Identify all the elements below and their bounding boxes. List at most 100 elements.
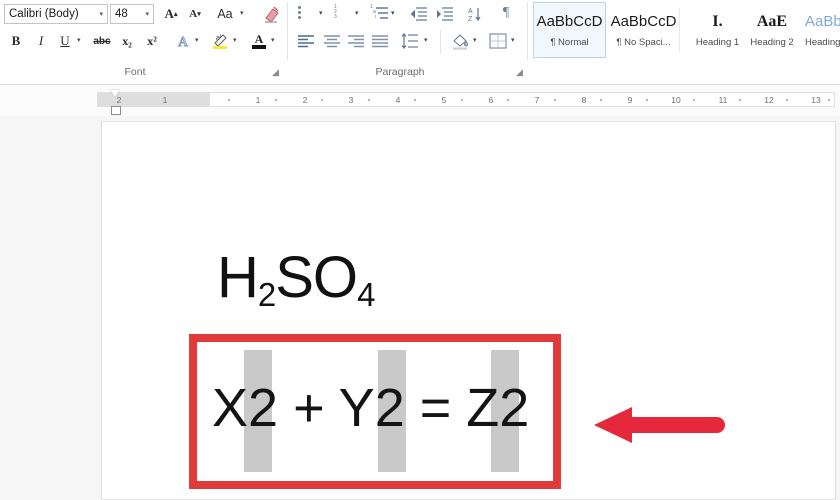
left-arrow-icon bbox=[594, 407, 725, 443]
show-formatting-marks-button[interactable]: ¶ bbox=[496, 3, 516, 23]
change-case-button[interactable]: Aa bbox=[212, 4, 238, 24]
ruler-bar: 2 1 1 2 3 4 5 6 7 8 9 10 11 12 13 bbox=[0, 86, 840, 117]
ruler-tick: 11 bbox=[718, 95, 728, 105]
clear-formatting-button[interactable] bbox=[260, 3, 282, 25]
multilevel-list-button[interactable]: 1ai bbox=[370, 5, 388, 20]
document-canvas: H2SO4 X2 + Y2 = Z2 bbox=[0, 116, 840, 500]
ribbon: Calibri (Body) ▾ 48 ▾ A ▴ A ▾ Aa ▾ B I U… bbox=[0, 0, 840, 86]
decrease-indent-button[interactable] bbox=[408, 4, 430, 24]
equation-part: 2 bbox=[374, 378, 405, 438]
style-item-normal[interactable]: AaBbCcD ¶ Normal bbox=[533, 2, 606, 58]
style-name: ¶ No Spaci... bbox=[616, 37, 671, 48]
font-name-combo[interactable]: Calibri (Body) ▾ bbox=[4, 4, 108, 24]
align-left-button[interactable] bbox=[294, 30, 318, 52]
align-center-button[interactable] bbox=[320, 30, 344, 52]
ruler-tick: 10 bbox=[671, 95, 681, 105]
style-item-heading-2[interactable]: AaE Heading 2 bbox=[739, 2, 805, 58]
chevron-down-icon[interactable]: ▾ bbox=[391, 9, 395, 17]
ruler-tick: 2 bbox=[302, 95, 308, 105]
decrease-indent-icon bbox=[411, 7, 427, 21]
line-spacing-button[interactable] bbox=[398, 30, 422, 52]
numbering-button[interactable]: 123 bbox=[334, 5, 352, 20]
equation-part: + bbox=[278, 378, 339, 438]
ruler-tick: 7 bbox=[534, 95, 540, 105]
annotation-arrow-left bbox=[594, 407, 726, 443]
chevron-down-icon[interactable]: ▾ bbox=[319, 9, 323, 17]
left-indent-marker[interactable] bbox=[111, 106, 121, 115]
increase-indent-icon bbox=[437, 7, 453, 21]
align-right-button[interactable] bbox=[344, 30, 368, 52]
chevron-down-icon[interactable]: ▾ bbox=[511, 36, 515, 44]
pilcrow-icon: ¶ bbox=[502, 5, 510, 20]
ruler-tick: 1 bbox=[255, 95, 261, 105]
group-divider bbox=[287, 2, 288, 60]
superscript-button[interactable]: x² bbox=[141, 30, 163, 52]
subscript-label: x₂ bbox=[122, 33, 132, 48]
highlighter-icon: ab bbox=[213, 34, 227, 49]
chemical-formula-h2so4[interactable]: H2SO4 bbox=[217, 244, 375, 313]
chevron-down-icon[interactable]: ▾ bbox=[77, 36, 81, 44]
justify-button[interactable] bbox=[368, 30, 392, 52]
chevron-down-icon[interactable]: ▾ bbox=[355, 9, 359, 17]
bold-button[interactable]: B bbox=[6, 30, 26, 52]
equation-part: 2 bbox=[499, 378, 530, 438]
document-page[interactable]: H2SO4 X2 + Y2 = Z2 bbox=[101, 121, 836, 500]
page-top-gap bbox=[101, 116, 836, 121]
style-item-heading-3[interactable]: AaBbCc Heading 3 bbox=[801, 2, 840, 58]
style-name: Heading 2 bbox=[750, 37, 794, 48]
justify-icon bbox=[372, 35, 388, 48]
style-name: Heading 3 bbox=[805, 37, 840, 48]
text-effects-button[interactable]: A bbox=[172, 30, 194, 52]
equation-part: 2 bbox=[248, 378, 279, 438]
italic-button[interactable]: I bbox=[31, 30, 51, 52]
underline-button[interactable]: U bbox=[55, 30, 75, 52]
ruler-tick: 13 bbox=[811, 95, 821, 105]
word-document-window: Calibri (Body) ▾ 48 ▾ A ▴ A ▾ Aa ▾ B I U… bbox=[0, 0, 840, 500]
ruler-tick: 9 bbox=[627, 95, 633, 105]
chevron-down-icon[interactable]: ▾ bbox=[271, 36, 275, 44]
eraser-icon bbox=[265, 6, 279, 23]
style-item-no-spacing[interactable]: AaBbCcD ¶ No Spaci... bbox=[607, 2, 680, 58]
horizontal-ruler[interactable]: 2 1 1 2 3 4 5 6 7 8 9 10 11 12 13 bbox=[97, 92, 835, 107]
first-line-indent-marker[interactable] bbox=[110, 90, 120, 97]
sort-button[interactable]: A Z bbox=[464, 4, 484, 24]
grow-font-button[interactable]: A ▴ bbox=[160, 3, 182, 25]
chevron-down-icon[interactable]: ▾ bbox=[195, 36, 199, 44]
underline-label: U bbox=[60, 33, 70, 48]
bullets-button[interactable] bbox=[298, 6, 316, 20]
subscript-button[interactable]: x₂ bbox=[116, 30, 138, 52]
borders-icon bbox=[489, 33, 507, 49]
equation-part: Z bbox=[466, 378, 500, 438]
strikethrough-button[interactable]: abc bbox=[90, 30, 114, 52]
font-size-combo[interactable]: 48 ▾ bbox=[110, 4, 154, 24]
ruler-tick: 8 bbox=[581, 95, 587, 105]
text-effects-icon: A bbox=[177, 35, 189, 50]
ruler-tick: 5 bbox=[441, 95, 447, 105]
chevron-down-icon[interactable]: ▾ bbox=[99, 10, 103, 18]
chevron-down-icon[interactable]: ▾ bbox=[233, 36, 237, 44]
font-color-icon: A bbox=[252, 32, 266, 49]
increase-indent-button[interactable] bbox=[434, 4, 456, 24]
font-color-button[interactable]: A bbox=[248, 30, 270, 52]
equation-part: Y bbox=[338, 378, 375, 438]
group-divider bbox=[440, 30, 441, 54]
superscript-label: x² bbox=[147, 33, 157, 48]
text-highlight-button[interactable]: ab bbox=[208, 30, 232, 52]
font-group-label: Font bbox=[124, 66, 146, 78]
styles-gallery[interactable]: AaBbCcD ¶ Normal AaBbCcD ¶ No Spaci... I… bbox=[533, 2, 840, 60]
font-name-value: Calibri (Body) bbox=[9, 8, 79, 20]
ruler-tick: 3 bbox=[348, 95, 354, 105]
chevron-down-icon[interactable]: ▾ bbox=[240, 9, 244, 17]
equation-text[interactable]: X2 + Y2 = Z2 bbox=[212, 377, 529, 439]
font-dialog-launcher[interactable]: ◢ bbox=[272, 67, 282, 77]
chevron-down-icon[interactable]: ▾ bbox=[473, 36, 477, 44]
shrink-font-button[interactable]: A ▾ bbox=[184, 3, 206, 25]
chevron-down-icon[interactable]: ▾ bbox=[424, 36, 428, 44]
borders-button[interactable] bbox=[486, 30, 510, 52]
chevron-down-icon[interactable]: ▾ bbox=[145, 10, 149, 18]
grow-font-label: A bbox=[164, 6, 174, 21]
paragraph-dialog-launcher[interactable]: ◢ bbox=[516, 67, 526, 77]
svg-text:A: A bbox=[468, 8, 473, 15]
shading-button[interactable] bbox=[448, 30, 472, 52]
change-case-label: Aa bbox=[217, 7, 233, 21]
